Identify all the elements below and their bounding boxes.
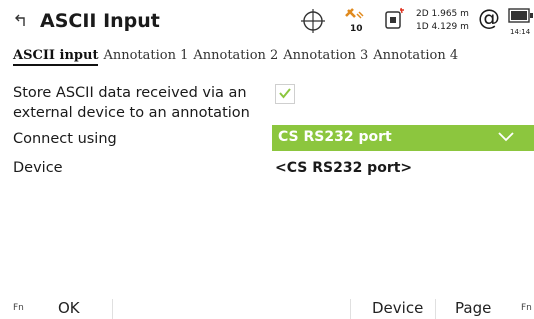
rover-device-icon[interactable] xyxy=(383,6,405,34)
chevron-down-icon xyxy=(498,132,514,142)
device-label: Device xyxy=(13,160,63,176)
satellite-count: 10 xyxy=(350,24,363,34)
tab-ascii-input[interactable]: ASCII input xyxy=(13,48,99,66)
connect-using-value: CS RS232 port xyxy=(278,129,392,145)
title-bar: ASCII Input 10 2D 1.965 m 1D 4.129 m @ 1… xyxy=(0,0,534,44)
check-mark-icon xyxy=(279,88,291,99)
page-button[interactable]: Page xyxy=(455,299,491,317)
softkey-bar: Fn OK Device Page Fn xyxy=(0,299,534,319)
battery-icon[interactable] xyxy=(508,8,534,24)
tab-annotation-3[interactable]: Annotation 3 xyxy=(283,48,368,63)
clock-time: 14:14 xyxy=(510,28,531,36)
tab-bar: ASCII input Annotation 1 Annotation 2 Annot… xyxy=(13,48,533,68)
fn-key-right[interactable]: Fn xyxy=(521,303,532,313)
softkey-divider xyxy=(112,299,113,319)
ok-button[interactable]: OK xyxy=(58,299,80,317)
back-icon[interactable] xyxy=(15,13,29,27)
tab-annotation-4[interactable]: Annotation 4 xyxy=(373,48,458,63)
connect-using-dropdown[interactable]: CS RS232 port xyxy=(272,125,534,151)
crosshair-icon[interactable] xyxy=(300,8,326,34)
tab-annotation-1[interactable]: Annotation 1 xyxy=(103,48,188,63)
precision-1d: 1D 4.129 m xyxy=(416,22,469,32)
store-ascii-checkbox[interactable] xyxy=(275,84,295,104)
page-title: ASCII Input xyxy=(40,10,160,32)
softkey-divider xyxy=(350,299,351,319)
internet-icon[interactable]: @ xyxy=(478,6,500,31)
device-value: <CS RS232 port> xyxy=(275,160,413,176)
connect-using-label: Connect using xyxy=(13,131,117,147)
device-button[interactable]: Device xyxy=(372,299,423,317)
fn-key-left[interactable]: Fn xyxy=(13,303,24,313)
softkey-divider xyxy=(435,299,436,319)
store-ascii-label: Store ASCII data received via an externa… xyxy=(13,85,250,121)
precision-2d: 2D 1.965 m xyxy=(416,9,469,19)
tab-annotation-2[interactable]: Annotation 2 xyxy=(193,48,278,63)
